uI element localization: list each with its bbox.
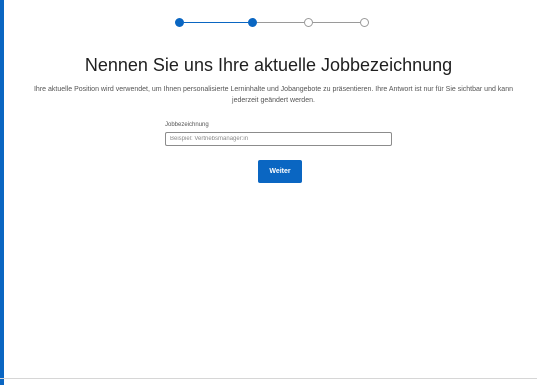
- job-title-input[interactable]: [165, 132, 392, 146]
- progress-stepper: [0, 16, 537, 30]
- bottom-divider: [0, 378, 537, 379]
- page-description: Ihre aktuelle Position wird verwendet, u…: [33, 86, 513, 104]
- step-connector-2: [257, 22, 304, 23]
- job-title-label: Jobbezeichnung: [165, 122, 209, 128]
- next-button[interactable]: Weiter: [258, 160, 302, 183]
- page: Nennen Sie uns Ihre aktuelle Jobbezeichn…: [0, 0, 537, 385]
- page-title: Nennen Sie uns Ihre aktuelle Jobbezeichn…: [84, 55, 453, 75]
- step-2-indicator: [248, 18, 257, 27]
- step-4-indicator: [360, 18, 369, 27]
- step-connector-3: [313, 22, 360, 23]
- step-connector-1: [184, 22, 248, 23]
- step-3-indicator: [304, 18, 313, 27]
- step-1-indicator: [175, 18, 184, 27]
